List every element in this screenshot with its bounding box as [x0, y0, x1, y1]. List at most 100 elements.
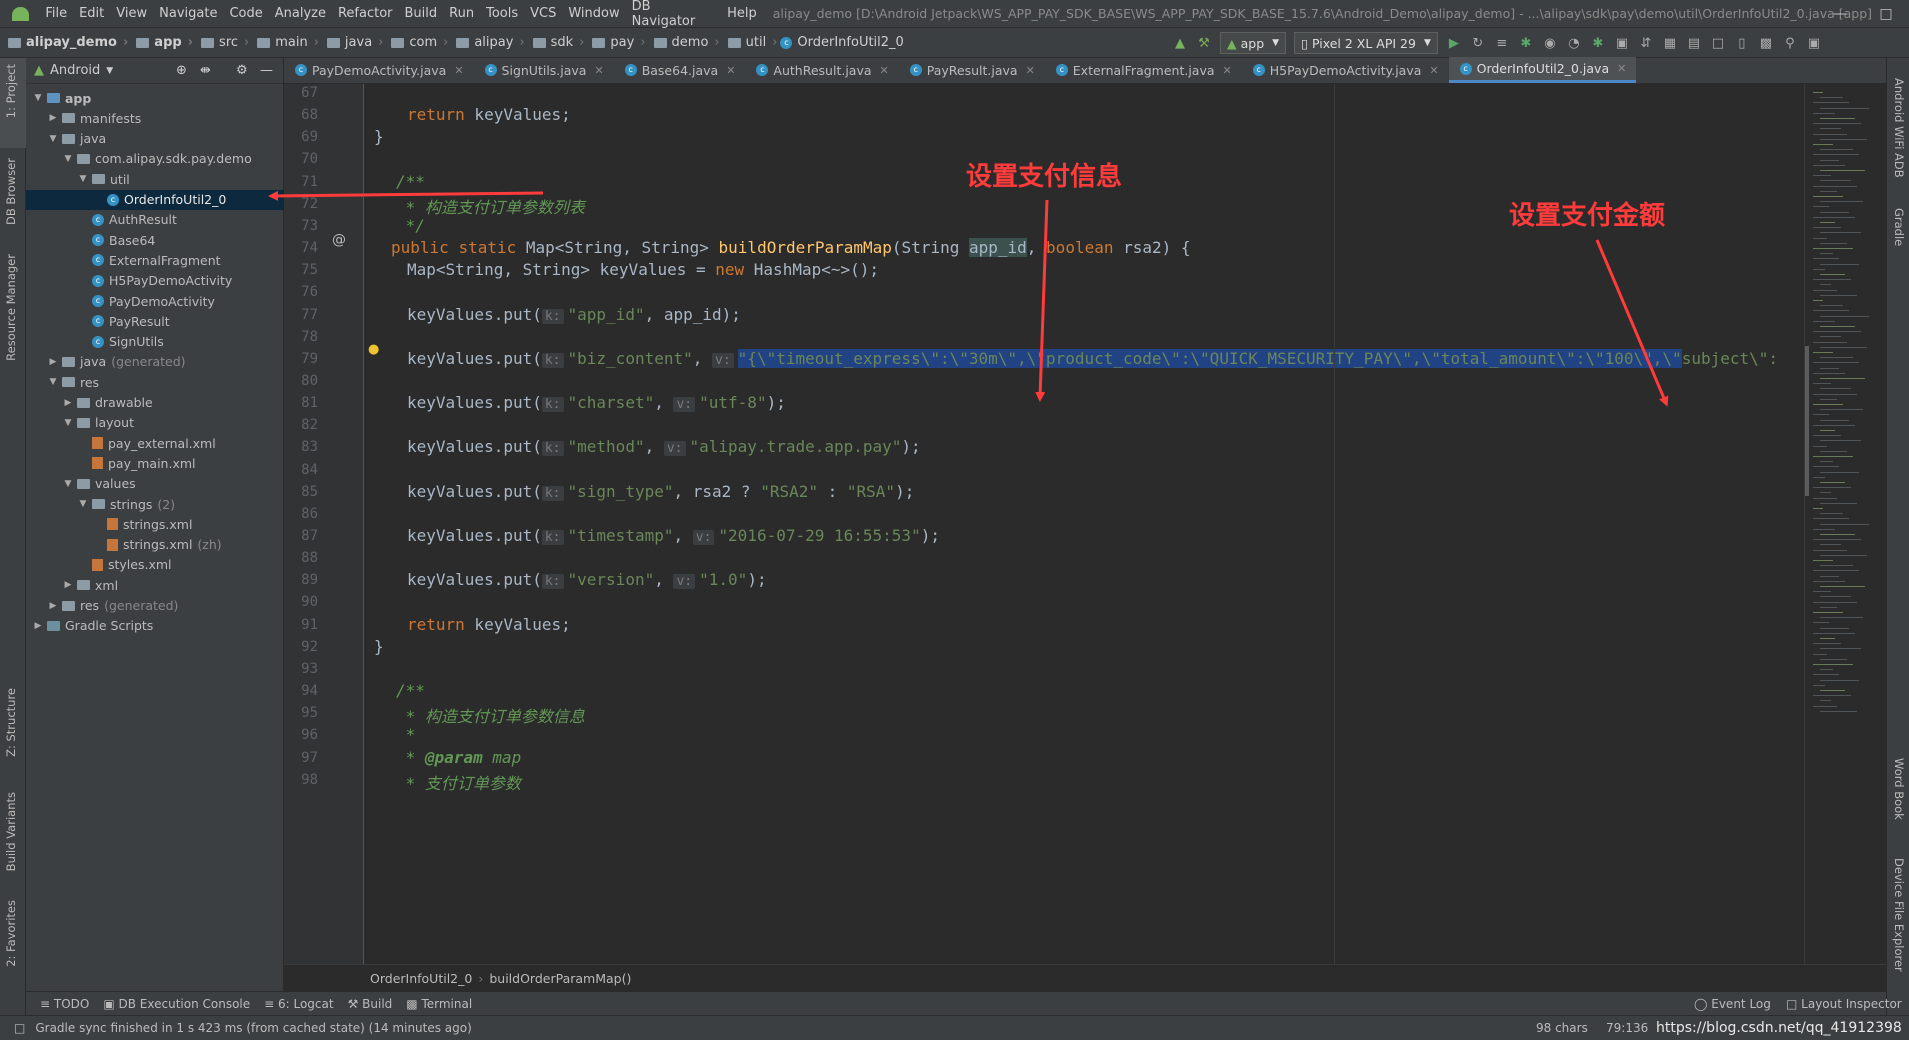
menu-file[interactable]: File — [39, 6, 73, 21]
menu-vcs[interactable]: VCS — [524, 6, 562, 21]
menu-window[interactable]: Window — [562, 6, 625, 21]
code-minimap[interactable] — [1804, 84, 1886, 964]
tool-layout-inspector[interactable]: □ Layout Inspector — [1786, 997, 1902, 1011]
hammer-icon[interactable]: ⚒ — [1192, 32, 1216, 54]
tree-item[interactable]: c ExternalFragment — [26, 250, 284, 270]
tool-structure[interactable]: Z: Structure — [4, 688, 18, 757]
attach-debugger-icon[interactable]: ◉ — [1538, 32, 1562, 54]
coverage-icon[interactable]: ▣ — [1610, 32, 1634, 54]
collapse-arrow-icon[interactable]: ▶ — [62, 398, 74, 408]
tree-item[interactable]: ▼ strings (2) — [26, 494, 284, 514]
tree-item[interactable]: ▼ com.alipay.sdk.pay.demo — [26, 149, 284, 169]
device-icon[interactable]: ▯ — [1730, 32, 1754, 54]
expand-arrow-icon[interactable]: ▼ — [47, 134, 59, 144]
expand-arrow-icon[interactable]: ▼ — [62, 154, 74, 164]
menu-refactor[interactable]: Refactor — [332, 6, 399, 21]
close-icon[interactable]: ✕ — [880, 64, 889, 77]
breadcrumb-src[interactable]: src › — [193, 35, 249, 50]
tree-item[interactable]: ▼ util — [26, 169, 284, 189]
tree-item[interactable]: ▼ java — [26, 129, 284, 149]
project-view-select[interactable]: Android — [50, 63, 100, 78]
menu-navigate[interactable]: Navigate — [153, 6, 223, 21]
collapse-arrow-icon[interactable]: ▶ — [62, 580, 74, 590]
tool-wifi-adb[interactable]: Android WiFi ADB — [1892, 78, 1906, 178]
status-icon[interactable]: □ — [14, 1021, 25, 1035]
tool-build[interactable]: ⚒ Build — [348, 997, 393, 1011]
breadcrumb-sdk[interactable]: sdk › — [525, 35, 584, 50]
tool-device-file-explorer[interactable]: Device File Explorer — [1892, 858, 1906, 972]
breadcrumb-com[interactable]: com › — [383, 35, 448, 50]
tool-db-browser[interactable]: DB Browser — [4, 158, 18, 225]
lightbulb-icon[interactable]: ● — [368, 342, 379, 357]
tree-item[interactable]: strings.xml (zh) — [26, 535, 284, 555]
status-message[interactable]: Gradle sync finished in 1 s 423 ms (from… — [35, 1021, 471, 1035]
tool-event-log[interactable]: ◯ Event Log — [1694, 997, 1771, 1011]
editor-tab[interactable]: c ExternalFragment.java ✕ — [1045, 57, 1242, 83]
close-icon[interactable]: ✕ — [1026, 64, 1035, 77]
collapse-all-icon[interactable]: ⇼ — [200, 63, 211, 78]
expand-arrow-icon[interactable]: ▼ — [47, 377, 59, 387]
tool-todo[interactable]: ≡ TODO — [40, 997, 89, 1011]
scrollbar-thumb[interactable] — [1805, 346, 1809, 496]
menu-code[interactable]: Code — [223, 6, 268, 21]
breadcrumb-main[interactable]: main › — [249, 35, 319, 50]
tree-item[interactable]: ▶ java (generated) — [26, 352, 284, 372]
profile-icon[interactable]: ◔ — [1562, 32, 1586, 54]
expand-arrow-icon[interactable]: ▼ — [62, 479, 74, 489]
close-icon[interactable]: ✕ — [594, 64, 603, 77]
caret-position[interactable]: 79:136 — [1606, 1021, 1648, 1035]
menu-analyze[interactable]: Analyze — [269, 6, 332, 21]
close-icon[interactable]: ✕ — [1429, 64, 1438, 77]
search-icon[interactable]: ⚲ — [1778, 32, 1802, 54]
tree-item[interactable]: ▼ layout — [26, 413, 284, 433]
avd-manager-icon[interactable]: ▦ — [1658, 32, 1682, 54]
editor-crumb-class[interactable]: OrderInfoUtil2_0 — [370, 971, 472, 986]
expand-arrow-icon[interactable]: ▼ — [77, 499, 89, 509]
tool-favorites[interactable]: 2: Favorites — [4, 900, 18, 967]
tree-item[interactable]: ▼ values — [26, 474, 284, 494]
hide-icon[interactable]: — — [260, 63, 273, 78]
run-icon[interactable]: ▶ — [1442, 32, 1466, 54]
run-config-select[interactable]: ▲ app ▼ — [1220, 32, 1287, 54]
editor-tab[interactable]: c H5PayDemoActivity.java ✕ — [1242, 57, 1449, 83]
chevron-down-icon[interactable]: ▼ — [106, 66, 113, 76]
settings-sync-icon[interactable]: ▣ — [1802, 32, 1826, 54]
override-marker-icon[interactable]: @ — [332, 232, 346, 248]
maximize-icon[interactable]: □ — [1863, 0, 1909, 28]
menu-help[interactable]: Help — [721, 6, 763, 21]
editor-tab[interactable]: c PayResult.java ✕ — [899, 57, 1045, 83]
editor-tab[interactable]: c OrderInfoUtil2_0.java ✕ — [1448, 57, 1637, 83]
gear-icon[interactable]: ⚙ — [236, 63, 248, 78]
device-select[interactable]: ▯ Pixel 2 XL API 29 ▼ — [1294, 32, 1438, 54]
breadcrumb-pay[interactable]: pay › — [584, 35, 646, 50]
breadcrumb-alipay[interactable]: alipay › — [448, 35, 525, 50]
close-icon[interactable]: ✕ — [726, 64, 735, 77]
menu-edit[interactable]: Edit — [73, 6, 110, 21]
tree-item[interactable]: pay_external.xml — [26, 433, 284, 453]
collapse-arrow-icon[interactable]: ▶ — [47, 601, 59, 611]
close-icon[interactable]: ✕ — [1223, 64, 1232, 77]
android-icon[interactable]: ▲ — [1168, 32, 1192, 54]
editor-tab[interactable]: c SignUtils.java ✕ — [474, 57, 614, 83]
collapse-arrow-icon[interactable]: ▶ — [47, 113, 59, 123]
menu-view[interactable]: View — [110, 6, 153, 21]
expand-arrow-icon[interactable]: ▼ — [77, 174, 89, 184]
sdk-manager-icon[interactable]: ▤ — [1682, 32, 1706, 54]
breadcrumb-app[interactable]: app › — [128, 35, 193, 50]
close-icon[interactable]: ✕ — [1617, 62, 1626, 75]
close-icon[interactable]: ✕ — [454, 64, 463, 77]
editor-tab[interactable]: c Base64.java ✕ — [614, 57, 746, 83]
tree-item[interactable]: c AuthResult — [26, 210, 284, 230]
tool-project[interactable]: 1: Project — [4, 64, 18, 118]
tool-build-variants[interactable]: Build Variants — [4, 792, 18, 871]
stop-icon[interactable]: ✱ — [1586, 32, 1610, 54]
rerun-icon[interactable]: ↻ — [1466, 32, 1490, 54]
sync-project-icon[interactable]: ⇵ — [1634, 32, 1658, 54]
menu-tools[interactable]: Tools — [480, 6, 524, 21]
tree-item[interactable]: styles.xml — [26, 555, 284, 575]
tree-item[interactable]: c PayResult — [26, 311, 284, 331]
expand-arrow-icon[interactable]: ▼ — [62, 418, 74, 428]
menu-run[interactable]: Run — [443, 6, 480, 21]
tree-item[interactable]: ▶ manifests — [26, 108, 284, 128]
editor-crumb-method[interactable]: buildOrderParamMap() — [489, 971, 631, 986]
